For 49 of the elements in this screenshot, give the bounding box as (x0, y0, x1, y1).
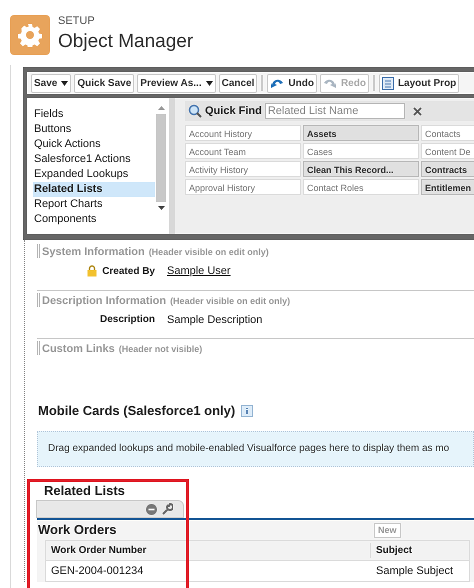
mobile-cards-heading: Mobile Cards (Salesforce1 only) (38, 402, 236, 420)
wrench-icon[interactable] (161, 503, 173, 515)
palette-item[interactable]: Assets (303, 125, 419, 141)
field-value: Sample Description (167, 312, 262, 328)
toolbar-button[interactable]: Quick Save (74, 74, 134, 92)
sidebar-item[interactable]: Related Lists (33, 182, 155, 197)
related-lists-heading: Related Lists (43, 482, 126, 500)
search-icon (188, 104, 202, 118)
info-icon[interactable] (241, 404, 254, 417)
layout-icon (382, 76, 394, 90)
column-header: Work Order Number (46, 543, 371, 558)
toolbar-button[interactable]: Cancel (218, 74, 258, 92)
table-cell-text: GEN-2004-001234 (50, 564, 144, 579)
column-header: Subject (375, 544, 412, 558)
drop-zone: Drag expanded lookups and mobile-enabled Visualforce pages here to display them as mo (37, 430, 474, 466)
section-title: Custom Links (42, 342, 115, 357)
sidebar-item[interactable]: Report Charts (33, 197, 155, 212)
sidebar-item[interactable]: Fields (33, 107, 155, 122)
page-title: Object Manager (58, 30, 194, 54)
quick-find-field[interactable]: Related List Name (264, 103, 405, 119)
clear-icon[interactable] (412, 106, 422, 116)
sidebar-item[interactable]: Components (33, 212, 155, 227)
gear-icon (10, 15, 50, 55)
remove-icon[interactable] (146, 504, 157, 514)
field-label: Description (100, 313, 155, 328)
table-cell-text: Sample Subject (375, 564, 454, 579)
sidebar-item[interactable]: Salesforce1 Actions (33, 152, 155, 167)
toolbar-button[interactable]: Save (31, 74, 72, 92)
sidebar-item[interactable]: Buttons (33, 122, 155, 137)
section-hint: (Header not visible) (118, 343, 202, 356)
field-label: Created By (102, 264, 155, 279)
sidebar-item[interactable]: Expanded Lookups (33, 167, 155, 182)
sidebar-item[interactable]: Quick Actions (33, 137, 155, 152)
section-hint: (Header visible on edit only) (148, 246, 269, 259)
section-label: SETUP (58, 16, 96, 28)
redo-icon (322, 77, 337, 89)
field-link[interactable]: Sample User (167, 263, 231, 280)
section-hint: (Header visible on edit only) (170, 294, 290, 308)
section-title: System Information (42, 245, 145, 260)
palette-item[interactable]: Clean This Record... (303, 161, 419, 177)
undo-button[interactable]: Undo (267, 74, 317, 92)
palette-item[interactable]: Contracts (421, 161, 474, 177)
toolbar-button[interactable]: Preview As... (137, 74, 216, 92)
section-title: Description Information (42, 294, 166, 308)
palette-item[interactable]: Entitlemen (421, 179, 474, 195)
toolbar-button[interactable]: Layout Prop (378, 74, 460, 92)
undo-icon (270, 77, 284, 89)
related-list-title: Work Orders (38, 521, 118, 540)
quick-find-label: Quick Find (205, 104, 262, 119)
